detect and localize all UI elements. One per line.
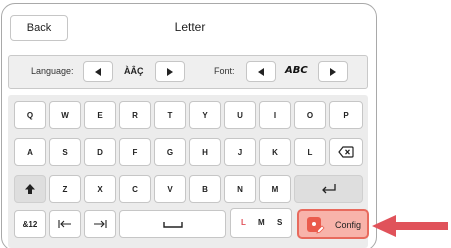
language-sample: ÀÂÇ bbox=[124, 66, 144, 76]
chevron-right-icon bbox=[167, 67, 173, 76]
size-m[interactable]: M bbox=[258, 218, 265, 227]
language-next-button[interactable] bbox=[155, 61, 185, 82]
page-title: Letter bbox=[174, 20, 206, 34]
chevron-left-icon bbox=[258, 67, 264, 76]
chevron-left-icon bbox=[95, 67, 101, 76]
key-i[interactable]: I bbox=[259, 101, 291, 129]
enter-key[interactable] bbox=[294, 175, 363, 203]
key-e[interactable]: E bbox=[84, 101, 116, 129]
font-prev-button[interactable] bbox=[246, 61, 276, 82]
key-k[interactable]: K bbox=[259, 138, 291, 166]
key-p[interactable]: P bbox=[329, 101, 363, 129]
key-f[interactable]: F bbox=[119, 138, 151, 166]
key-r[interactable]: R bbox=[119, 101, 151, 129]
enter-icon bbox=[321, 184, 336, 194]
key-b[interactable]: B bbox=[189, 175, 221, 203]
key-j[interactable]: J bbox=[224, 138, 256, 166]
arrow-left-bar-icon bbox=[58, 220, 71, 228]
key-v[interactable]: V bbox=[154, 175, 186, 203]
font-sample: ABC bbox=[285, 65, 308, 76]
shift-icon bbox=[25, 184, 35, 194]
config-label: Config bbox=[335, 220, 362, 230]
size-s[interactable]: S bbox=[277, 218, 282, 227]
size-l[interactable]: L bbox=[241, 218, 246, 227]
key-c[interactable]: C bbox=[119, 175, 151, 203]
key-n[interactable]: N bbox=[224, 175, 256, 203]
backspace-icon bbox=[338, 146, 354, 158]
space-icon bbox=[162, 221, 183, 228]
key-h[interactable]: H bbox=[189, 138, 221, 166]
arrow-pointer-icon bbox=[372, 215, 448, 237]
font-next-button[interactable] bbox=[318, 61, 348, 82]
key-t[interactable]: T bbox=[154, 101, 186, 129]
language-label: Language: bbox=[31, 66, 74, 76]
backspace-key[interactable] bbox=[329, 138, 363, 166]
key-z[interactable]: Z bbox=[49, 175, 81, 203]
shift-key[interactable] bbox=[14, 175, 46, 203]
language-prev-button[interactable] bbox=[83, 61, 113, 82]
key-s[interactable]: S bbox=[49, 138, 81, 166]
key-m[interactable]: M bbox=[259, 175, 291, 203]
chevron-right-icon bbox=[330, 67, 336, 76]
key-q[interactable]: Q bbox=[14, 101, 46, 129]
key-d[interactable]: D bbox=[84, 138, 116, 166]
font-label: Font: bbox=[214, 66, 235, 76]
config-button[interactable]: Config bbox=[297, 209, 369, 239]
cursor-start-key[interactable] bbox=[49, 210, 81, 238]
key-o[interactable]: O bbox=[294, 101, 326, 129]
pencil-icon bbox=[316, 225, 325, 234]
key-a[interactable]: A bbox=[14, 138, 46, 166]
key-w[interactable]: W bbox=[49, 101, 81, 129]
arrow-right-bar-icon bbox=[94, 220, 107, 228]
back-button[interactable]: Back bbox=[10, 15, 68, 41]
key-g[interactable]: G bbox=[154, 138, 186, 166]
key-l[interactable]: L bbox=[294, 138, 326, 166]
space-key[interactable] bbox=[119, 210, 226, 238]
key-u[interactable]: U bbox=[224, 101, 256, 129]
cursor-end-key[interactable] bbox=[84, 210, 116, 238]
letter-size-selector[interactable]: L M S bbox=[230, 208, 292, 238]
symbols-key[interactable]: &12 bbox=[14, 210, 46, 238]
key-y[interactable]: Y bbox=[189, 101, 221, 129]
key-x[interactable]: X bbox=[84, 175, 116, 203]
